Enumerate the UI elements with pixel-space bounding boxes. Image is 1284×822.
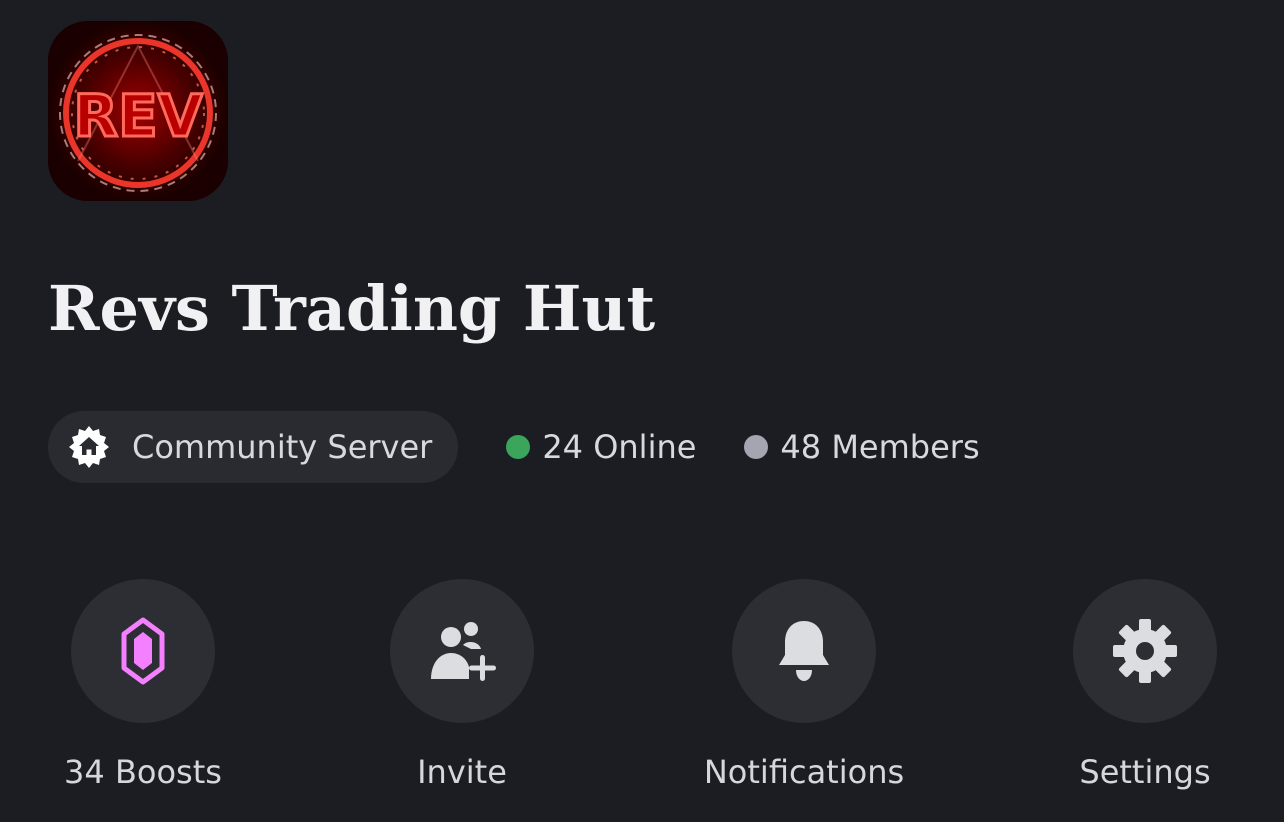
community-house-icon bbox=[69, 426, 109, 468]
server-info-row: Community Server 24 Online 48 Members bbox=[48, 411, 980, 483]
server-logo-text: REV bbox=[73, 82, 202, 150]
members-status-dot-icon bbox=[744, 435, 769, 459]
community-server-label: Community Server bbox=[132, 428, 433, 466]
settings-button[interactable]: Settings bbox=[1015, 579, 1275, 791]
boosts-circle[interactable] bbox=[71, 579, 215, 723]
bell-icon bbox=[779, 621, 829, 681]
notifications-button[interactable]: Notifications bbox=[674, 579, 934, 791]
invite-button[interactable]: Invite bbox=[332, 579, 592, 791]
server-name: Revs Trading Hut bbox=[48, 272, 656, 345]
community-server-badge[interactable]: Community Server bbox=[48, 411, 459, 483]
online-count: 24 Online bbox=[506, 428, 696, 466]
notifications-circle[interactable] bbox=[732, 579, 876, 723]
boosts-button[interactable]: 34 Boosts bbox=[13, 579, 273, 791]
notifications-label: Notifications bbox=[703, 753, 905, 791]
boosts-label: 34 Boosts bbox=[64, 753, 222, 791]
gear-icon bbox=[1113, 619, 1177, 683]
add-friend-icon bbox=[431, 622, 496, 681]
server-logo-art: REV bbox=[48, 21, 228, 201]
settings-circle[interactable] bbox=[1073, 579, 1217, 723]
member-count: 48 Members bbox=[744, 428, 980, 466]
invite-circle[interactable] bbox=[390, 579, 534, 723]
online-status-dot-icon bbox=[506, 435, 531, 459]
invite-label: Invite bbox=[417, 753, 507, 791]
settings-label: Settings bbox=[1079, 753, 1211, 791]
boost-gem-icon bbox=[121, 617, 165, 685]
server-icon[interactable]: REV bbox=[48, 21, 228, 201]
server-info-panel: REV Revs Trading Hut Community Server 24… bbox=[0, 0, 1284, 822]
online-count-label: 24 Online bbox=[542, 428, 697, 466]
member-count-label: 48 Members bbox=[780, 428, 980, 466]
